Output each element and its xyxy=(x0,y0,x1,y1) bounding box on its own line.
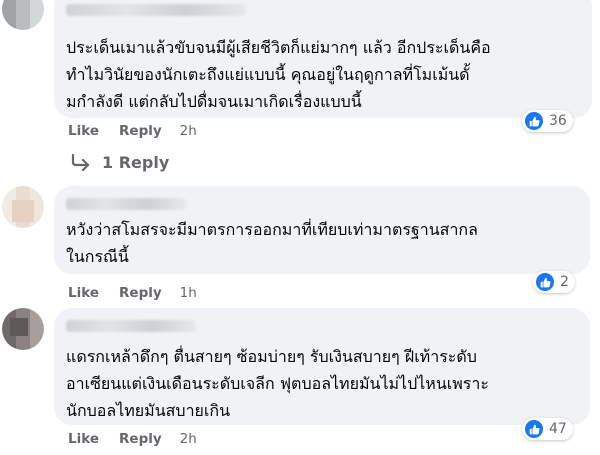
reaction-count: 36 xyxy=(549,113,567,129)
reply-button[interactable]: Reply xyxy=(119,431,162,447)
timestamp[interactable]: 1h xyxy=(180,285,197,301)
thumbs-up-icon xyxy=(525,420,543,438)
comment-text: หวังว่าสโมสรจะมีมาตรการออกมาที่เทียบเท่า… xyxy=(66,220,478,266)
view-replies-label: 1 Reply xyxy=(102,152,170,172)
reply-button[interactable]: Reply xyxy=(119,285,162,301)
reaction-summary[interactable]: 47 xyxy=(522,418,573,440)
timestamp[interactable]: 2h xyxy=(180,431,197,447)
comment-actions: Like Reply 2h xyxy=(68,122,197,140)
reaction-summary[interactable]: 36 xyxy=(522,110,573,132)
thumbs-up-icon xyxy=(525,112,543,130)
reply-arrow-icon xyxy=(71,153,90,171)
author-name[interactable] xyxy=(66,320,196,332)
thumbs-up-icon xyxy=(536,273,554,291)
avatar[interactable] xyxy=(2,186,44,228)
avatar[interactable] xyxy=(2,0,44,30)
comment-text: ประเด็นเมาแล้วขับจนมีผู้เสียชีวิตก็แย่มา… xyxy=(66,38,491,111)
timestamp[interactable]: 2h xyxy=(180,123,197,139)
comment-bubble: หวังว่าสโมสรจะมีมาตรการออกมาที่เทียบเท่า… xyxy=(54,186,590,274)
author-name[interactable] xyxy=(66,198,186,210)
comment-actions: Like Reply 1h xyxy=(68,284,197,302)
reaction-summary[interactable]: 2 xyxy=(533,271,575,293)
comment-bubble: ประเด็นเมาแล้วขับจนมีผู้เสียชีวิตก็แย่มา… xyxy=(54,0,592,118)
reaction-count: 2 xyxy=(560,274,569,290)
like-button[interactable]: Like xyxy=(68,123,99,139)
comment-bubble: แดรกเหล้าดึกๆ ตื่นสายๆ ซ้อมบ่ายๆ รับเงิน… xyxy=(54,308,590,425)
like-button[interactable]: Like xyxy=(68,431,99,447)
like-button[interactable]: Like xyxy=(68,285,99,301)
reply-button[interactable]: Reply xyxy=(119,123,162,139)
view-replies-link[interactable]: 1 Reply xyxy=(70,150,169,174)
reaction-count: 47 xyxy=(549,421,567,437)
avatar[interactable] xyxy=(2,308,44,350)
comment-text: แดรกเหล้าดึกๆ ตื่นสายๆ ซ้อมบ่ายๆ รับเงิน… xyxy=(66,347,489,420)
author-name[interactable] xyxy=(66,4,246,16)
comment-actions: Like Reply 2h xyxy=(68,430,197,448)
